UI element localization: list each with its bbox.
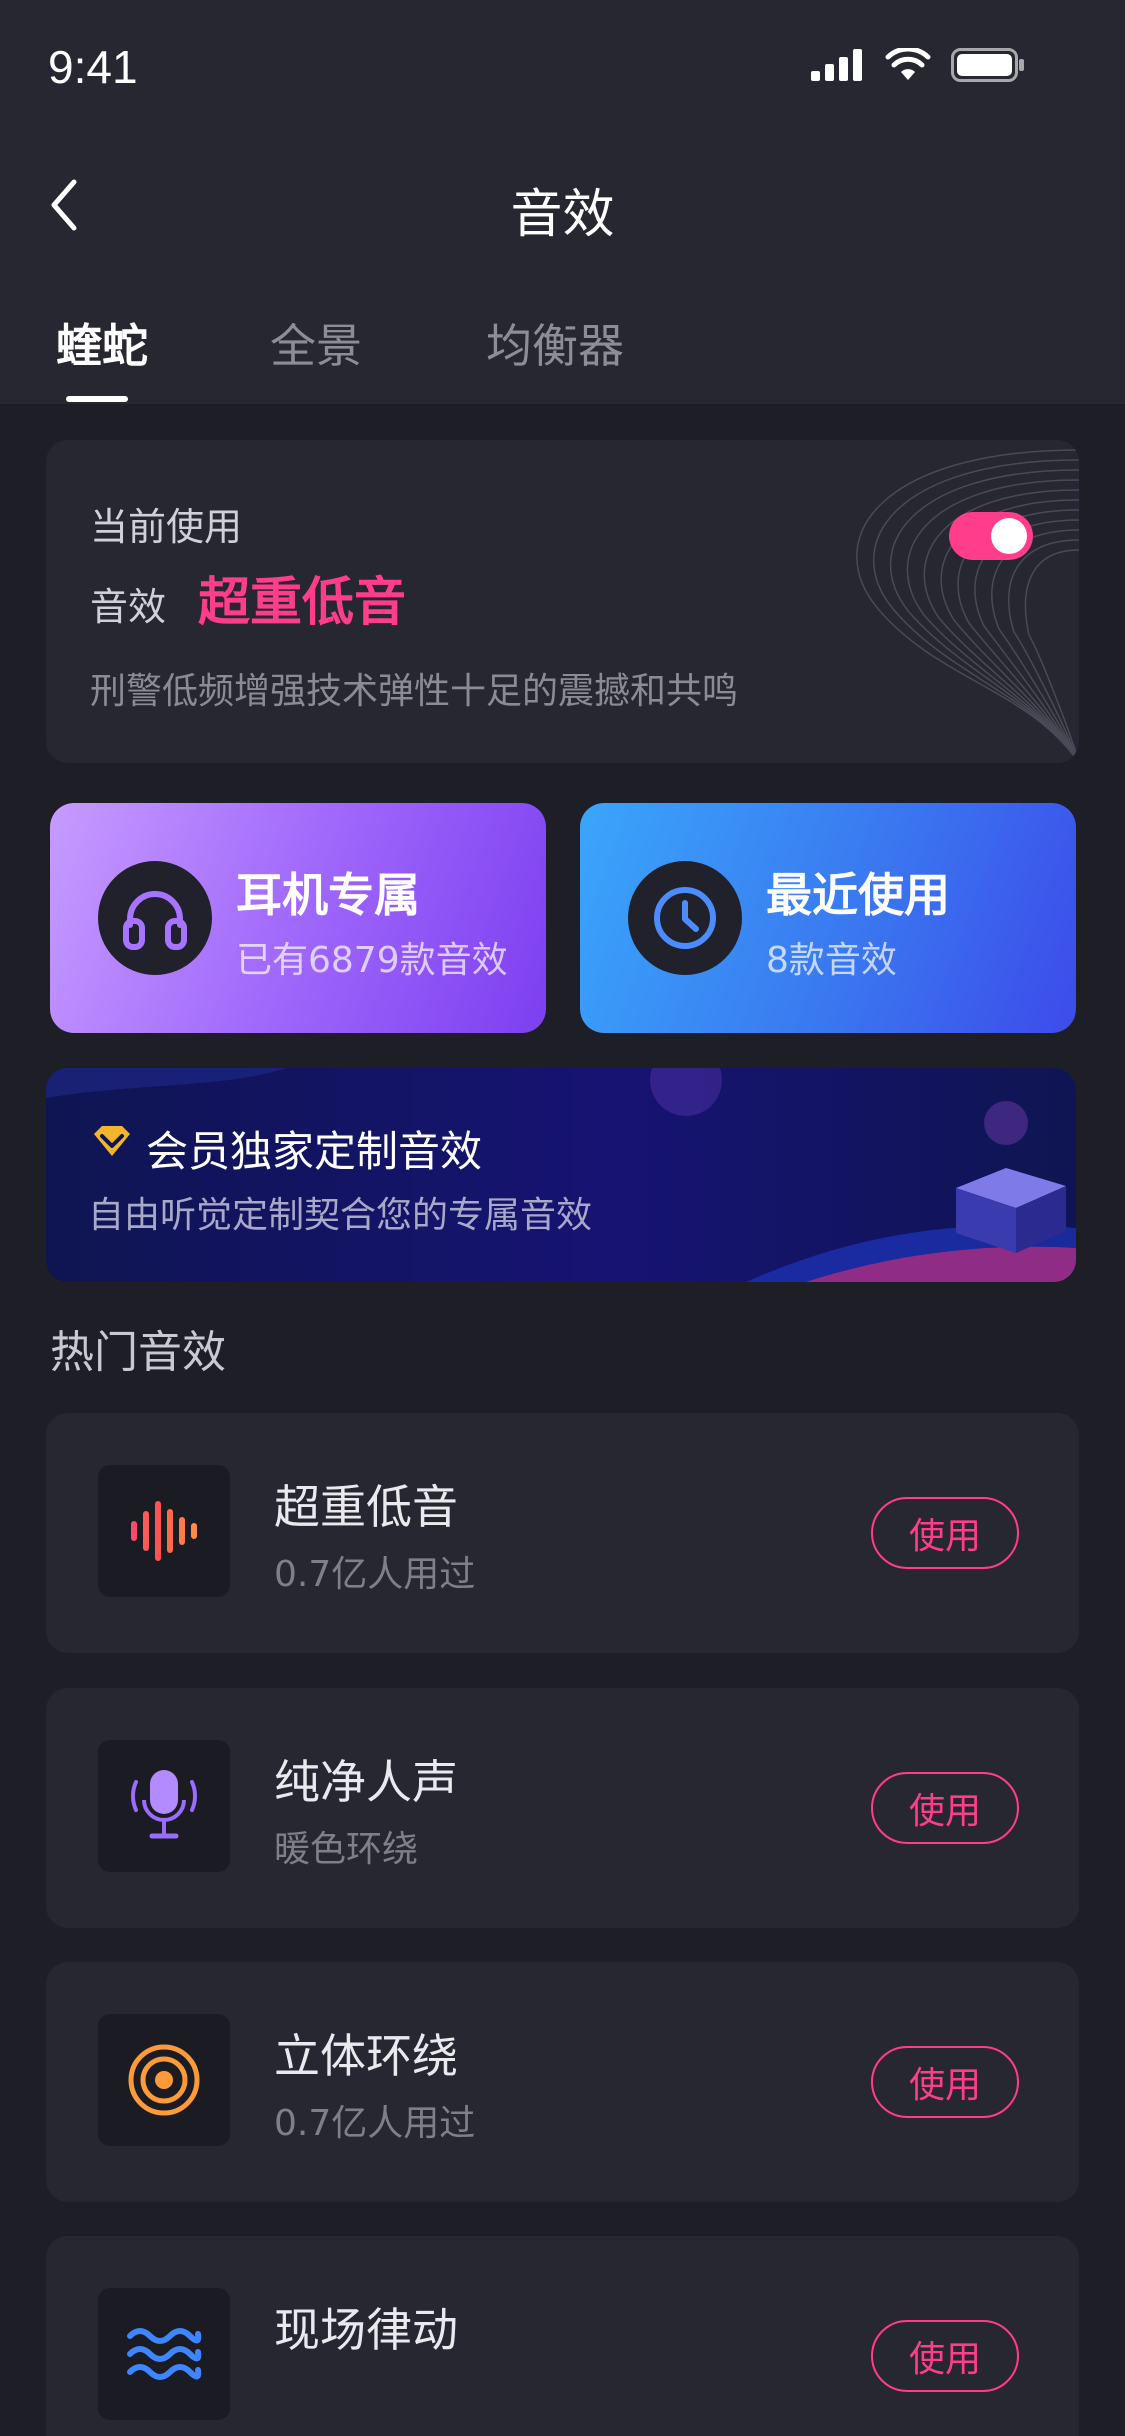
list-item: 立体环绕 0.7亿人用过 使用: [46, 1962, 1079, 2202]
current-effect-description: 刑警低频增强技术弹性十足的震撼和共鸣: [90, 671, 739, 712]
tab-panorama[interactable]: 全景: [270, 310, 362, 376]
microphone-icon: [98, 1740, 230, 1872]
use-button[interactable]: 使用: [871, 2046, 1019, 2118]
effect-label: 音效: [90, 585, 167, 629]
tab-indicator: [66, 396, 128, 402]
vip-diamond-icon: [94, 1126, 130, 1156]
current-use-label: 当前使用: [90, 505, 243, 549]
card-subtitle: 已有6879款音效: [236, 940, 508, 981]
list-item: 纯净人声 暖色环绕 使用: [46, 1688, 1079, 1928]
recently-used-card[interactable]: 最近使用 8款音效: [580, 803, 1076, 1033]
use-button[interactable]: 使用: [871, 1772, 1019, 1844]
item-title: 纯净人声: [274, 1755, 458, 1809]
vip-subtitle: 自由听觉定制契合您的专属音效: [88, 1195, 593, 1236]
use-button[interactable]: 使用: [871, 1497, 1019, 1569]
toggle-knob: [991, 518, 1027, 554]
effect-toggle[interactable]: [949, 512, 1033, 560]
tab-viper[interactable]: 蝰蛇: [56, 310, 148, 376]
item-title: 现场律动: [274, 2303, 458, 2357]
headphone-exclusive-card[interactable]: 耳机专属 已有6879款音效: [50, 803, 546, 1033]
tab-equalizer[interactable]: 均衡器: [486, 310, 624, 376]
card-subtitle: 8款音效: [766, 940, 897, 981]
card-title: 最近使用: [766, 868, 950, 922]
clock-icon-circle: [628, 861, 742, 975]
item-subtitle: 0.7亿人用过: [274, 1554, 476, 1595]
list-item: 现场律动 使用: [46, 2236, 1079, 2436]
signal-icon: [811, 49, 862, 81]
use-button[interactable]: 使用: [871, 2320, 1019, 2392]
clock-icon: [654, 887, 716, 949]
soundwave-icon: [98, 1465, 230, 1597]
top-bar: 9:41 音效 蝰蛇 全景 均衡器: [0, 0, 1125, 404]
item-subtitle: 暖色环绕: [274, 1829, 419, 1870]
card-title: 耳机专属: [236, 868, 420, 922]
list-item: 超重低音 0.7亿人用过 使用: [46, 1413, 1079, 1653]
wifi-icon: [885, 48, 931, 80]
item-title: 超重低音: [274, 1480, 458, 1534]
surround-icon: [98, 2014, 230, 2146]
page-title: 音效: [510, 185, 615, 245]
headphones-icon: [123, 891, 187, 950]
item-subtitle: 0.7亿人用过: [274, 2103, 476, 2144]
headphones-icon-circle: [98, 861, 212, 975]
item-title: 立体环绕: [274, 2029, 458, 2083]
status-icons: [811, 48, 1025, 82]
tab-bar: 蝰蛇 全景 均衡器: [0, 310, 1125, 380]
current-effect-card: 当前使用 音效 超重低音 刑警低频增强技术弹性十足的震撼和共鸣: [46, 440, 1079, 763]
vip-title: 会员独家定制音效: [146, 1127, 483, 1176]
wave-icon: [98, 2288, 230, 2420]
status-time: 9:41: [48, 41, 138, 93]
battery-icon: [951, 48, 1024, 82]
hot-effects-title: 热门音效: [50, 1327, 226, 1378]
vip-banner[interactable]: 会员独家定制音效 自由听觉定制契合您的专属音效: [46, 1068, 1076, 1282]
current-effect-name: 超重低音: [198, 573, 407, 633]
wave-lines-decoration: [856, 449, 1079, 763]
